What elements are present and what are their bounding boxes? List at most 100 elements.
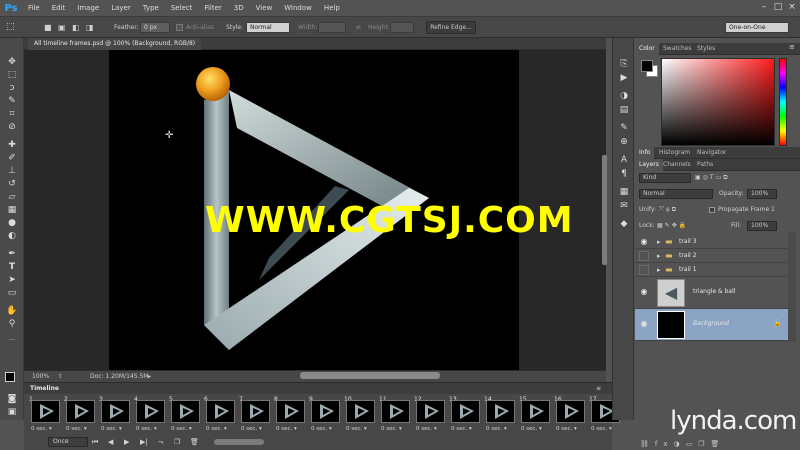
intersect-selection-icon[interactable]: ◨ <box>86 22 94 33</box>
timeline-frame[interactable]: 120 sec. ▾ <box>413 396 447 434</box>
filter-icons[interactable]: ▣◎T▭⧉ <box>695 173 730 183</box>
frame-thumbnail[interactable] <box>276 400 305 423</box>
first-frame-icon[interactable]: ⏮ <box>92 437 98 447</box>
menu-type[interactable]: Type <box>137 0 165 16</box>
timeline-frame[interactable]: 60 sec. ▾ <box>203 396 237 434</box>
zoom-level[interactable]: 100% <box>32 372 49 382</box>
timeline-frame[interactable]: 10 sec. ▾ <box>28 396 62 434</box>
timeline-frame[interactable]: 100 sec. ▾ <box>343 396 377 434</box>
timeline-title[interactable]: Timeline <box>30 384 59 394</box>
vertical-scrollbar[interactable] <box>602 155 607 265</box>
tween-icon[interactable]: ⤳ <box>158 437 164 447</box>
layer-row[interactable]: ◉ ▸ ▬ trail 3 <box>635 235 788 249</box>
quick-select-tool-icon[interactable]: ✎ <box>4 95 20 108</box>
frame-thumbnail[interactable] <box>101 400 130 423</box>
character-icon[interactable]: A <box>617 154 631 166</box>
fill-input[interactable]: 100% <box>747 221 777 231</box>
healing-brush-tool-icon[interactable]: ✚ <box>4 139 20 152</box>
timeline-frame[interactable]: 70 sec. ▾ <box>238 396 272 434</box>
export-icon[interactable]: ⇪ <box>58 372 63 382</box>
timeline-frame[interactable]: 150 sec. ▾ <box>518 396 552 434</box>
menu-image[interactable]: Image <box>71 0 105 16</box>
eyedropper-tool-icon[interactable]: ⊘ <box>4 121 20 134</box>
frame-delay[interactable]: 0 sec. ▾ <box>486 426 507 432</box>
frame-delay[interactable]: 0 sec. ▾ <box>346 426 367 432</box>
frame-thumbnail[interactable] <box>31 400 60 423</box>
layer-name[interactable]: trail 1 <box>679 265 697 275</box>
expand-arrow-icon[interactable]: ▸ <box>657 252 661 260</box>
zoom-tool-icon[interactable]: ⚲ <box>4 318 20 331</box>
layer-filter-select[interactable]: Kind <box>639 173 691 183</box>
marquee-tool-icon[interactable]: ⬚ <box>6 22 15 33</box>
timeline-frame[interactable]: 30 sec. ▾ <box>98 396 132 434</box>
layer-name[interactable]: trail 3 <box>679 237 697 247</box>
horizontal-scrollbar[interactable] <box>300 372 440 379</box>
frame-thumbnail[interactable] <box>136 400 165 423</box>
style-select[interactable]: Normal <box>246 22 290 33</box>
menu-help[interactable]: Help <box>318 0 346 16</box>
hue-slider[interactable] <box>779 58 787 146</box>
eraser-tool-icon[interactable]: ▱ <box>4 191 20 204</box>
timeline-frame[interactable]: 20 sec. ▾ <box>63 396 97 434</box>
close-icon[interactable]: × <box>786 2 798 13</box>
layer-name[interactable]: Background <box>693 319 729 329</box>
type-tool-icon[interactable]: T <box>4 261 20 274</box>
frame-delay[interactable]: 0 sec. ▾ <box>31 426 52 432</box>
frame-thumbnail[interactable] <box>521 400 550 423</box>
brush-presets-icon[interactable]: ✎ <box>617 122 631 134</box>
new-selection-icon[interactable]: ■ <box>44 22 52 33</box>
frame-delay[interactable]: 0 sec. ▾ <box>136 426 157 432</box>
frame-delay[interactable]: 0 sec. ▾ <box>101 426 122 432</box>
antialias-checkbox[interactable] <box>176 24 183 31</box>
propagate-checkbox[interactable] <box>709 207 715 213</box>
expand-arrow-icon[interactable]: ▸ <box>657 238 661 246</box>
history-brush-tool-icon[interactable]: ↺ <box>4 178 20 191</box>
menu-edit[interactable]: Edit <box>46 0 72 16</box>
refine-edge-button[interactable]: Refine Edge... <box>426 21 476 34</box>
duplicate-frame-icon[interactable]: ❐ <box>174 437 180 447</box>
frame-thumbnail[interactable] <box>381 400 410 423</box>
properties-icon[interactable]: ▤ <box>617 104 631 116</box>
frame-delay[interactable]: 0 sec. ▾ <box>276 426 297 432</box>
layer-thumbnail[interactable]: ◀ <box>657 279 685 307</box>
quick-mask-icon[interactable]: ◙ <box>4 393 20 406</box>
dodge-tool-icon[interactable]: ◐ <box>4 230 20 243</box>
delete-frame-icon[interactable]: 🗑 <box>190 437 199 447</box>
crop-tool-icon[interactable]: ⌗ <box>4 108 20 121</box>
clone-stamp-tool-icon[interactable]: ⊥ <box>4 165 20 178</box>
blend-mode-select[interactable]: Normal <box>639 189 713 199</box>
timeline-frame[interactable]: 50 sec. ▾ <box>168 396 202 434</box>
height-input[interactable] <box>390 22 414 33</box>
tab-info[interactable]: Info <box>635 147 655 159</box>
frame-thumbnail[interactable] <box>556 400 585 423</box>
lasso-tool-icon[interactable]: ↄ <box>4 82 20 95</box>
menu-filter[interactable]: Filter <box>198 0 227 16</box>
timeline-frame[interactable]: 40 sec. ▾ <box>133 396 167 434</box>
notes-icon[interactable]: ✉ <box>617 200 631 212</box>
menu-window[interactable]: Window <box>278 0 318 16</box>
frame-thumbnail[interactable] <box>416 400 445 423</box>
timeline-frame[interactable]: 80 sec. ▾ <box>273 396 307 434</box>
screen-mode-icon[interactable]: ▣ <box>4 406 20 419</box>
timeline-frame[interactable]: 160 sec. ▾ <box>553 396 587 434</box>
info-arrow-icon[interactable]: ▸ <box>148 372 151 382</box>
expand-arrow-icon[interactable]: ▸ <box>657 266 661 274</box>
tab-color[interactable]: Color <box>635 43 659 55</box>
panel-menu-icon[interactable]: ≡ <box>596 383 601 394</box>
next-frame-icon[interactable]: ▶| <box>140 437 148 447</box>
frame-delay[interactable]: 0 sec. ▾ <box>171 426 192 432</box>
layer-thumbnail[interactable] <box>657 311 685 339</box>
frame-thumbnail[interactable] <box>241 400 270 423</box>
frame-thumbnail[interactable] <box>66 400 95 423</box>
frame-thumbnail[interactable] <box>171 400 200 423</box>
frame-thumbnail[interactable] <box>206 400 235 423</box>
frame-delay[interactable]: 0 sec. ▾ <box>451 426 472 432</box>
history-icon[interactable]: ⎘ <box>617 58 631 70</box>
loop-select[interactable]: Once <box>48 437 88 447</box>
minimize-icon[interactable]: – <box>758 2 770 13</box>
menu-file[interactable]: File <box>22 0 46 16</box>
marquee-tool-icon[interactable]: ⬚ <box>4 69 20 82</box>
workspace-select[interactable]: One-on-One <box>725 22 789 33</box>
frame-delay[interactable]: 0 sec. ▾ <box>381 426 402 432</box>
frame-delay[interactable]: 0 sec. ▾ <box>241 426 262 432</box>
